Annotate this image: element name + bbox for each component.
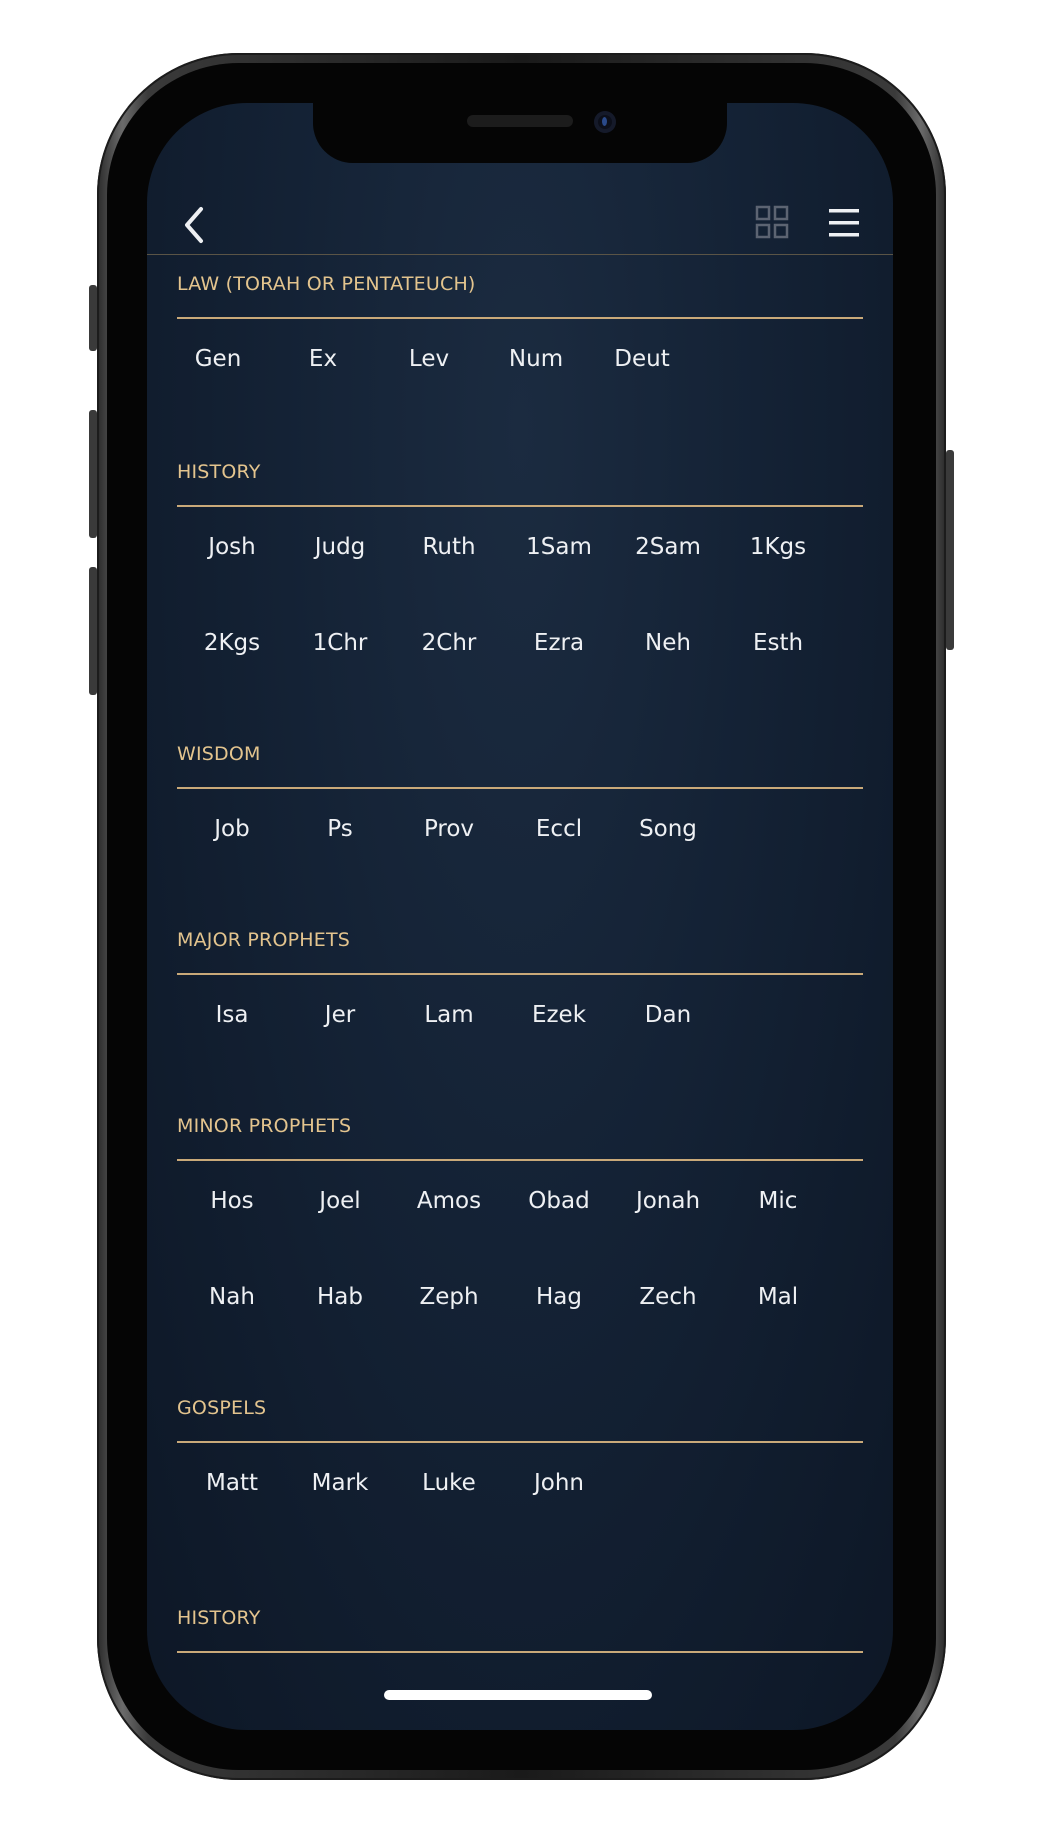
home-indicator[interactable] — [384, 1690, 652, 1700]
book-button[interactable]: Mal — [723, 1277, 833, 1317]
book-button[interactable]: Song — [613, 809, 723, 849]
section-divider — [177, 505, 863, 507]
book-button[interactable]: Lev — [374, 339, 484, 379]
app-screen: LAW (TORAH OR PENTATEUCH) Gen Ex Lev Num Deut… — [147, 103, 893, 1730]
book-button[interactable]: Ezek — [504, 995, 614, 1035]
menu-button[interactable] — [827, 207, 861, 239]
back-button[interactable] — [177, 203, 213, 247]
section-title: GOSPELS — [177, 1397, 267, 1419]
book-button[interactable]: 1Kgs — [723, 527, 833, 567]
grid-view-button[interactable] — [755, 205, 789, 239]
hamburger-menu-icon — [829, 209, 859, 237]
volume-down-button — [89, 410, 97, 538]
book-button[interactable]: Zech — [613, 1277, 723, 1317]
book-button[interactable]: John — [504, 1463, 614, 1503]
chevron-left-icon — [185, 207, 203, 243]
navigation-bar — [147, 103, 893, 255]
grid-icon — [755, 205, 789, 239]
section-title: WISDOM — [177, 743, 261, 765]
book-button[interactable]: Dan — [613, 995, 723, 1035]
book-button[interactable]: Hab — [285, 1277, 395, 1317]
book-button[interactable]: Prov — [394, 809, 504, 849]
book-button[interactable]: Gen — [163, 339, 273, 379]
book-button[interactable]: Lam — [394, 995, 504, 1035]
book-button[interactable]: 1Chr — [285, 623, 395, 663]
book-button[interactable]: Isa — [177, 995, 287, 1035]
book-button[interactable]: Deut — [587, 339, 697, 379]
power-button — [946, 450, 954, 650]
section-title: LAW (TORAH OR PENTATEUCH) — [177, 273, 476, 295]
book-button[interactable]: Neh — [613, 623, 723, 663]
book-button[interactable]: Obad — [504, 1181, 614, 1221]
section-divider — [177, 787, 863, 789]
book-button[interactable]: 1Sam — [504, 527, 614, 567]
section-title: MAJOR PROPHETS — [177, 929, 351, 951]
section-divider — [177, 973, 863, 975]
book-button[interactable]: Amos — [394, 1181, 504, 1221]
book-button[interactable]: Job — [177, 809, 287, 849]
book-button[interactable]: 2Kgs — [177, 623, 287, 663]
book-button[interactable]: Mark — [285, 1463, 395, 1503]
section-title: MINOR PROPHETS — [177, 1115, 352, 1137]
section-divider — [177, 1441, 863, 1443]
section-title: HISTORY — [177, 461, 261, 483]
book-button[interactable]: 2Sam — [613, 527, 723, 567]
book-button[interactable]: Judg — [285, 527, 395, 567]
book-button[interactable]: Ex — [268, 339, 378, 379]
section-title: HISTORY — [177, 1607, 261, 1629]
book-button[interactable]: Ruth — [394, 527, 504, 567]
book-button[interactable]: Ps — [285, 809, 395, 849]
section-divider — [177, 1159, 863, 1161]
book-button[interactable]: Mic — [723, 1181, 833, 1221]
book-button[interactable]: Hag — [504, 1277, 614, 1317]
book-button[interactable]: Zeph — [394, 1277, 504, 1317]
book-button[interactable]: Nah — [177, 1277, 287, 1317]
volume-up-button — [89, 285, 97, 351]
book-button[interactable]: Esth — [723, 623, 833, 663]
section-divider — [177, 317, 863, 319]
book-button[interactable]: Josh — [177, 527, 287, 567]
book-button[interactable]: Joel — [285, 1181, 395, 1221]
book-button[interactable]: Jer — [285, 995, 395, 1035]
section-divider — [177, 1651, 863, 1653]
book-button[interactable]: Eccl — [504, 809, 614, 849]
book-button[interactable]: Jonah — [613, 1181, 723, 1221]
book-button[interactable]: 2Chr — [394, 623, 504, 663]
book-button[interactable]: Num — [481, 339, 591, 379]
book-button[interactable]: Hos — [177, 1181, 287, 1221]
book-button[interactable]: Ezra — [504, 623, 614, 663]
book-button[interactable]: Luke — [394, 1463, 504, 1503]
book-button[interactable]: Matt — [177, 1463, 287, 1503]
silent-switch — [89, 567, 97, 695]
